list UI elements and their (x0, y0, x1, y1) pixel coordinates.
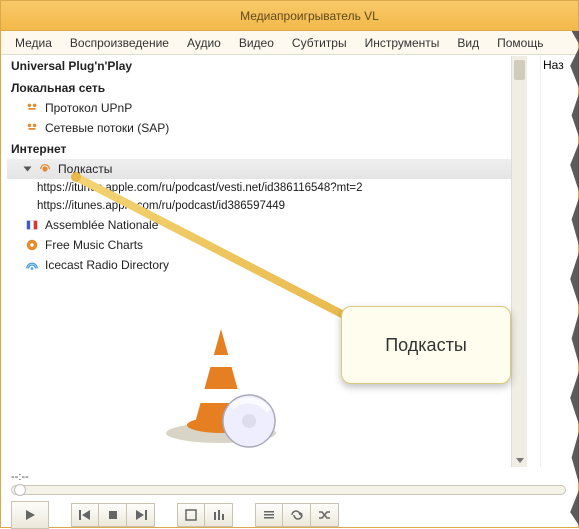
sidebar-item-icecast[interactable]: Icecast Radio Directory (7, 255, 527, 275)
titlebar[interactable]: Медиапроигрыватель VL (1, 1, 578, 31)
podcast-url-text: https://itunes.apple.com/ru/podcast/vest… (37, 182, 363, 194)
fullscreen-button[interactable] (177, 503, 205, 527)
annotation-callout: Подкасты (341, 306, 511, 384)
freemusic-icon (25, 238, 39, 252)
scroll-thumb[interactable] (514, 60, 525, 80)
next-icon (134, 509, 148, 521)
sidebar-item-podcasts[interactable]: Подкасты (7, 159, 527, 179)
icecast-icon (25, 258, 39, 272)
menu-view[interactable]: Вид (449, 33, 487, 53)
menubar: Медиа Воспроизведение Аудио Видео Субтит… (1, 31, 578, 55)
podcast-url-2[interactable]: https://itunes.apple.com/ru/podcast/id38… (7, 197, 527, 215)
sap-icon (25, 121, 39, 135)
loop-button[interactable] (283, 503, 311, 527)
player-controls: --:-- (7, 471, 570, 521)
upnp-icon (25, 101, 39, 115)
podcast-url-text: https://itunes.apple.com/ru/podcast/id38… (37, 200, 285, 212)
callout-text: Подкасты (385, 335, 467, 356)
sidebar-item-label: Assemblée Nationale (45, 218, 158, 232)
stop-icon (107, 509, 119, 521)
section-internet: Интернет (7, 138, 527, 159)
stop-button[interactable] (99, 503, 127, 527)
play-icon (23, 508, 37, 522)
window-title: Медиапроигрыватель VL (1, 9, 578, 23)
podcast-url-1[interactable]: https://itunes.apple.com/ru/podcast/vest… (7, 179, 527, 197)
equalizer-icon (213, 509, 225, 521)
app-window: Медиапроигрыватель VL Медиа Воспроизведе… (0, 0, 579, 528)
sidebar-item-label: Сетевые потоки (SAP) (45, 121, 169, 135)
sidebar-item-label: Протокол UPnP (45, 101, 132, 115)
menu-media[interactable]: Медиа (7, 33, 60, 53)
loop-icon (290, 509, 304, 521)
sidebar-item-label: Free Music Charts (45, 238, 143, 252)
fullscreen-icon (185, 509, 197, 521)
menu-subtitles[interactable]: Субтитры (284, 33, 355, 53)
next-button[interactable] (127, 503, 155, 527)
ext-settings-button[interactable] (205, 503, 233, 527)
prev-button[interactable] (71, 503, 99, 527)
expand-icon[interactable] (24, 167, 32, 172)
menu-video[interactable]: Видео (231, 33, 282, 53)
prev-icon (78, 509, 92, 521)
playlist-button[interactable] (255, 503, 283, 527)
menu-playback[interactable]: Воспроизведение (62, 33, 177, 53)
menu-tools[interactable]: Инструменты (357, 33, 448, 53)
play-button[interactable] (11, 501, 49, 529)
scroll-down-icon[interactable] (516, 458, 524, 463)
playlist-icon (263, 509, 275, 521)
podcast-icon (38, 162, 52, 176)
shuffle-button[interactable] (311, 503, 339, 527)
sidebar-item-label: Icecast Radio Directory (45, 258, 169, 272)
time-display: --:-- (7, 471, 570, 485)
sidebar-scrollbar[interactable] (511, 56, 527, 467)
playlist-panel: Наз (540, 56, 570, 467)
sidebar-header: Universal Plug'n'Play (7, 56, 527, 77)
assemblee-icon (25, 218, 39, 232)
shuffle-icon (318, 509, 332, 521)
sidebar-item-sap[interactable]: Сетевые потоки (SAP) (7, 118, 527, 138)
seek-knob[interactable] (14, 484, 26, 496)
sidebar-item-label: Подкасты (58, 162, 112, 176)
section-local-network: Локальная сеть (7, 77, 527, 98)
sidebar-item-upnp[interactable]: Протокол UPnP (7, 98, 527, 118)
menu-help[interactable]: Помощь (489, 33, 551, 53)
seek-bar[interactable] (11, 485, 566, 495)
column-header-name[interactable]: Наз (543, 58, 568, 72)
sidebar-item-freemusic[interactable]: Free Music Charts (7, 235, 527, 255)
menu-audio[interactable]: Аудио (179, 33, 229, 53)
sidebar-item-assemblee[interactable]: Assemblée Nationale (7, 215, 527, 235)
vlc-logo (151, 311, 291, 451)
